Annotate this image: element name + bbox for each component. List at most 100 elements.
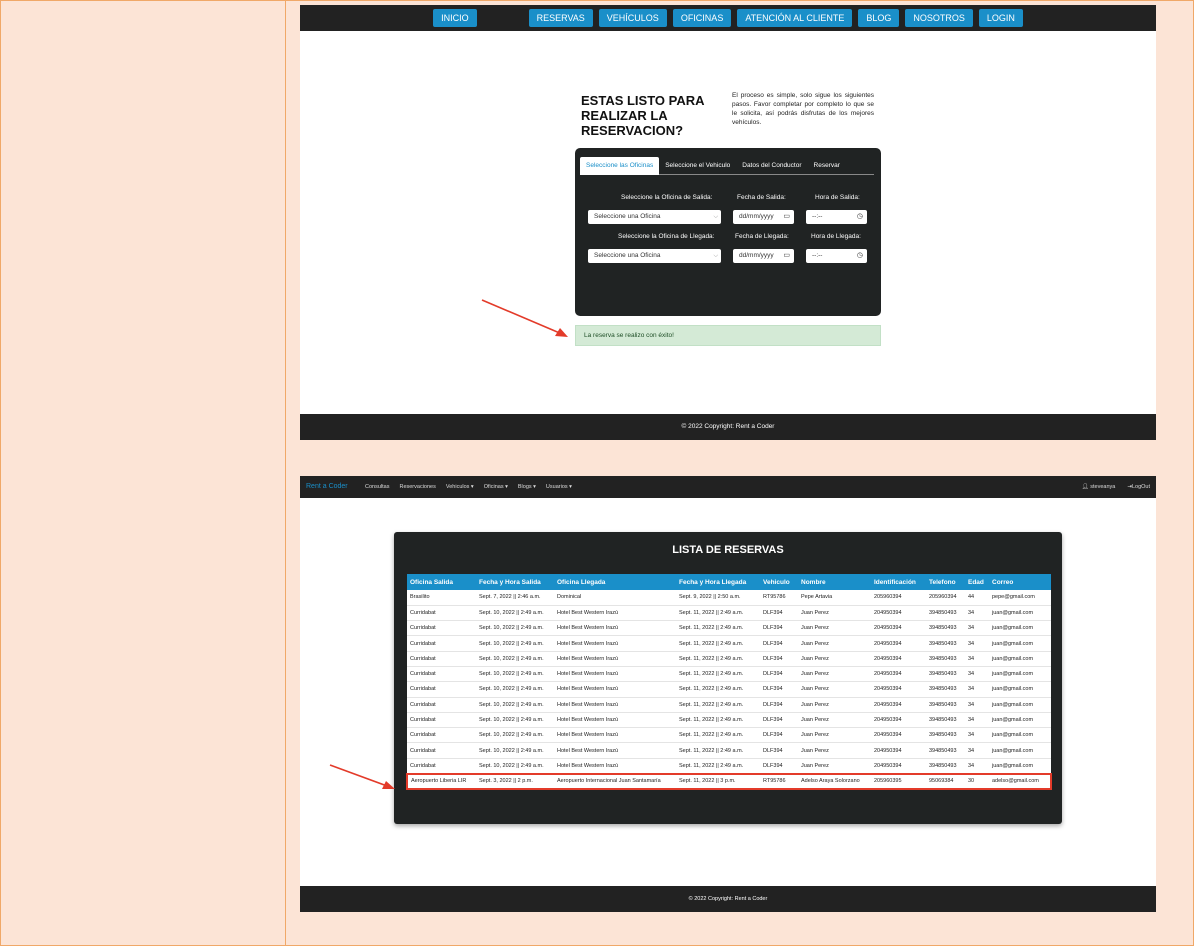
chevron-down-icon: ⌵	[713, 253, 718, 259]
table-cell: juan@gmail.com	[989, 651, 1051, 667]
table-header-row: Oficina Salida Fecha y Hora Salida Oficina…	[407, 574, 1051, 590]
nav-nosotros[interactable]: NOSOTROS	[905, 9, 973, 27]
menu-reservaciones[interactable]: Reservaciones	[399, 476, 435, 498]
table-cell: Juan Perez	[798, 712, 871, 729]
nav-oficinas[interactable]: OFICINAS	[672, 9, 732, 27]
table-cell: 34	[965, 681, 989, 698]
table-cell: Hotel Best Western Irazú	[554, 620, 676, 637]
table-cell: Aeropuerto Liberia LIR	[406, 772, 476, 790]
table-cell: Hotel Best Western Irazú	[554, 666, 676, 683]
table-cell: 394850493	[926, 620, 965, 637]
table-cell: Curridabat	[407, 620, 476, 637]
calendar-icon: ▭	[783, 213, 790, 220]
table-cell: Curridabat	[407, 635, 476, 652]
user-link[interactable]: 👤︎ steveanya	[1082, 476, 1116, 498]
menu-vehiculos[interactable]: Vehiculos ▾	[446, 476, 474, 498]
table-cell: Hotel Best Western Irazú	[554, 681, 676, 698]
table-cell: 204950394	[871, 742, 926, 759]
brand-logo[interactable]: Rent a Coder	[306, 476, 348, 498]
table-row: Curridabat Sept. 10, 2022 || 2:49 a.m. Hot…	[407, 620, 1051, 637]
table-cell: Curridabat	[407, 605, 476, 622]
time-salida-input[interactable]: --:-- ◷	[806, 210, 867, 224]
nav-inicio[interactable]: INICIO	[433, 9, 477, 27]
table-cell: 204950394	[871, 605, 926, 622]
table-cell: 204950394	[871, 712, 926, 729]
table-cell: Sept. 11, 2022 || 2:49 a.m.	[676, 620, 760, 637]
table-cell: 204950394	[871, 666, 926, 683]
logout-link[interactable]: ⇥LogOut	[1127, 476, 1150, 498]
label-fecha-salida: Fecha de Salida:	[737, 194, 786, 201]
table-cell: Curridabat	[407, 697, 476, 713]
table-cell: RT95786	[760, 772, 798, 790]
table-cell: 394850493	[926, 727, 965, 744]
table-cell: pepe@gmail.com	[989, 590, 1051, 606]
hero-description: El proceso es simple, solo sigue los sig…	[732, 92, 874, 126]
table-cell: 205960394	[926, 590, 965, 606]
menu-usuarios[interactable]: Usuarios ▾	[546, 476, 572, 498]
column-header: Oficina Llegada	[554, 574, 676, 590]
tab-oficinas[interactable]: Seleccione las Oficinas	[580, 157, 660, 175]
table-cell: 204950394	[871, 697, 926, 713]
table-cell: 34	[965, 666, 989, 683]
admin-nav: Rent a Coder Consultas Reservaciones Veh…	[300, 476, 1156, 498]
table-cell: DLF394	[760, 666, 798, 683]
table-cell: DLF394	[760, 635, 798, 652]
table-cell: Sept. 10, 2022 || 2:49 a.m.	[476, 742, 554, 759]
table-cell: 204950394	[871, 635, 926, 652]
nav-reservas[interactable]: RESERVAS	[528, 9, 593, 27]
nav-atencion[interactable]: ATENCIÓN AL CLIENTE	[737, 9, 853, 27]
annotation-arrow-icon	[481, 299, 568, 337]
table-row: Curridabat Sept. 10, 2022 || 2:49 a.m. Hot…	[407, 727, 1051, 744]
label-oficina-salida: Seleccione la Oficina de Salida:	[621, 194, 713, 201]
table-cell: Sept. 10, 2022 || 2:49 a.m.	[476, 681, 554, 698]
table-cell: Curridabat	[407, 758, 476, 775]
table-cell: Curridabat	[407, 727, 476, 744]
table-cell: 394850493	[926, 666, 965, 683]
clock-icon: ◷	[856, 213, 863, 220]
hero-title: ESTAS LISTO PARA REALIZAR LA RESERVACION…	[581, 93, 705, 138]
footer: © 2022 Copyright: Rent a Coder	[300, 886, 1156, 912]
table-cell: juan@gmail.com	[989, 758, 1051, 775]
table-cell: Sept. 10, 2022 || 2:49 a.m.	[476, 712, 554, 729]
table-cell: juan@gmail.com	[989, 697, 1051, 713]
table-cell: 394850493	[926, 681, 965, 698]
time-placeholder: --:--	[812, 213, 823, 220]
menu-oficinas[interactable]: Oficinas ▾	[484, 476, 508, 498]
table-cell: Sept. 11, 2022 || 2:49 a.m.	[676, 697, 760, 713]
footer: © 2022 Copyright: Rent a Coder	[300, 414, 1156, 440]
table-cell: Juan Perez	[798, 742, 871, 759]
nav-blog[interactable]: BLOG	[858, 9, 900, 27]
tab-conductor[interactable]: Datos del Conductor	[736, 157, 807, 175]
table-cell: Sept. 10, 2022 || 2:49 a.m.	[476, 758, 554, 775]
table-cell: Sept. 10, 2022 || 2:49 a.m.	[476, 620, 554, 637]
menu-consultas[interactable]: Consultas	[365, 476, 389, 498]
select-oficina-llegada[interactable]: Seleccione una Oficina ⌵	[588, 249, 721, 263]
label-hora-llegada: Hora de Llegada:	[811, 233, 861, 240]
table-row: Curridabat Sept. 10, 2022 || 2:49 a.m. Hot…	[407, 651, 1051, 667]
table-cell: Curridabat	[407, 651, 476, 667]
menu-blogs[interactable]: Blogs ▾	[518, 476, 536, 498]
tab-reservar[interactable]: Reservar	[808, 157, 846, 175]
table-cell: 204950394	[871, 727, 926, 744]
form-tabs: Seleccione las Oficinas Seleccione el Ve…	[580, 157, 874, 175]
table-cell: 205960395	[871, 772, 926, 790]
date-llegada-input[interactable]: dd/mm/yyyy ▭	[733, 249, 794, 263]
date-salida-input[interactable]: dd/mm/yyyy ▭	[733, 210, 794, 224]
nav-login[interactable]: LOGIN	[978, 9, 1023, 27]
table-cell: Juan Perez	[798, 651, 871, 667]
table-row: Curridabat Sept. 10, 2022 || 2:49 a.m. Hot…	[407, 605, 1051, 622]
table-cell: Juan Perez	[798, 727, 871, 744]
date-placeholder: dd/mm/yyyy	[739, 213, 774, 220]
table-cell: 34	[965, 712, 989, 729]
table-cell: DLF394	[760, 605, 798, 622]
table-cell: Curridabat	[407, 681, 476, 698]
time-llegada-input[interactable]: --:-- ◷	[806, 249, 867, 263]
tab-vehiculo[interactable]: Seleccione el Vehiculo	[659, 157, 736, 175]
nav-vehiculos[interactable]: VEHÍCULOS	[598, 9, 667, 27]
select-value: Seleccione una Oficina	[594, 213, 661, 220]
table-cell: adelso@gmail.com	[989, 772, 1052, 790]
column-header: Vehiculo	[760, 574, 798, 590]
table-cell: Sept. 10, 2022 || 2:49 a.m.	[476, 635, 554, 652]
select-oficina-salida[interactable]: Seleccione una Oficina ⌵	[588, 210, 721, 224]
table-cell: Sept. 11, 2022 || 2:49 a.m.	[676, 742, 760, 759]
